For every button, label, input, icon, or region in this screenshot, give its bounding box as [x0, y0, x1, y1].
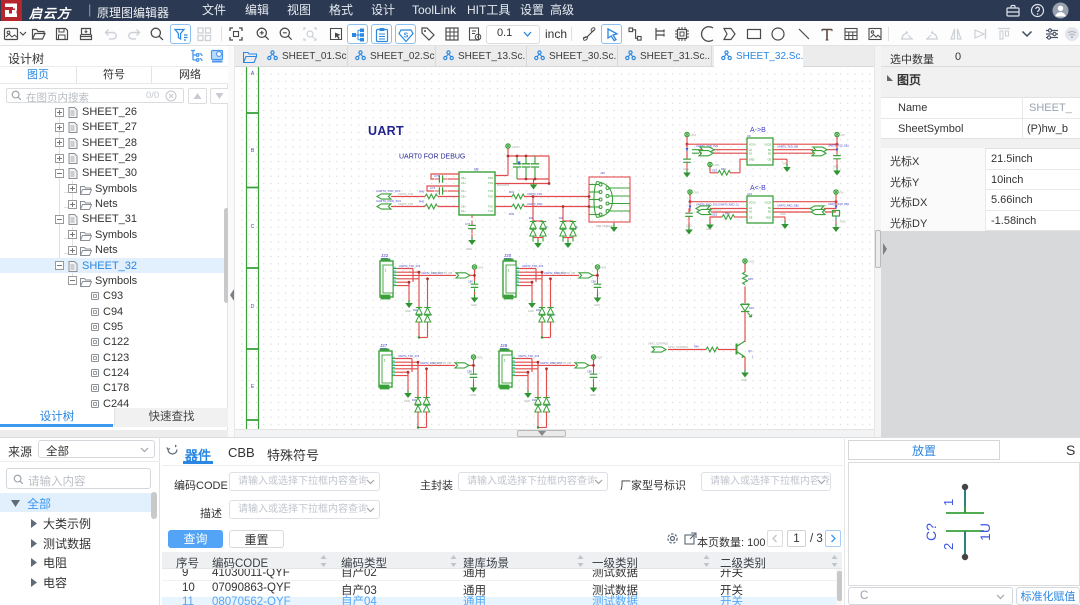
svg-text:T3O: T3O — [488, 181, 493, 185]
svg-text:+5V: +5V — [840, 134, 845, 137]
svg-text:D10: D10 — [749, 306, 754, 310]
svg-text:R46: R46 — [694, 345, 699, 349]
svg-text:UART0_TXD: UART0_TXD — [527, 192, 542, 196]
svg-text:GPIO_CONTROL: GPIO_CONTROL — [668, 345, 689, 349]
svg-text:UART0_TXD_DB: UART0_TXD_DB — [777, 145, 798, 149]
svg-text:A<-B: A<-B — [750, 185, 766, 192]
svg-text:UART0_TXD_DB1: UART0_TXD_DB1 — [828, 145, 849, 148]
svg-text:GND: GND — [833, 166, 839, 169]
svg-text:GND: GND — [683, 167, 689, 171]
svg-text:S: S — [404, 33, 409, 40]
svg-text:C1+: C1+ — [461, 209, 466, 213]
svg-text:1U: 1U — [977, 523, 993, 541]
svg-text:A->B: A->B — [750, 127, 766, 134]
svg-text:C73: C73 — [434, 174, 440, 178]
svg-text:C6+: C6+ — [461, 195, 466, 199]
svg-text:UART0_RXD: UART0_RXD — [527, 202, 543, 206]
svg-text:+3V3: +3V3 — [690, 134, 697, 137]
svg-text:GND: GND — [706, 228, 712, 231]
svg-text:VCCA: VCCA — [749, 144, 756, 147]
svg-text:UART0_TXD: UART0_TXD — [398, 202, 413, 206]
svg-text:2: 2 — [941, 543, 956, 550]
svg-text:+3V3: +3V3 — [512, 145, 519, 149]
svg-text:UART0_TXD: UART0_TXD — [398, 192, 413, 196]
svg-text:C3+: C3+ — [461, 181, 466, 185]
svg-text:C77: C77 — [465, 222, 471, 226]
svg-text:R42: R42 — [509, 212, 515, 216]
svg-text:C?: C? — [923, 523, 939, 541]
svg-text:C74: C74 — [430, 186, 436, 190]
svg-text:D: D — [251, 304, 255, 310]
svg-text:R45: R45 — [748, 277, 753, 281]
svg-text:UART0_RXD_DB1: UART0_RXD_DB1 — [777, 204, 799, 208]
svg-text:UART: UART — [368, 124, 404, 138]
svg-text:R40: R40 — [419, 190, 425, 194]
svg-text:GND: GND — [749, 159, 755, 162]
svg-text:D9: D9 — [529, 216, 533, 220]
svg-text:GND: GND — [840, 221, 846, 224]
svg-text:GND: GND — [466, 247, 472, 251]
svg-text:+5V: +5V — [839, 192, 844, 195]
svg-text:T: T — [546, 225, 548, 229]
svg-text:UART0_RXD_DB1: UART0_RXD_DB1 — [828, 203, 850, 206]
svg-text:OE1: OE1 — [712, 169, 718, 173]
svg-text:OE2: OE2 — [712, 213, 718, 217]
svg-text:VCCB: VCCB — [764, 144, 771, 147]
svg-text:VCCB: VCCB — [764, 202, 771, 205]
svg-text:T6O: T6O — [488, 195, 493, 199]
svg-text:J28: J28 — [500, 343, 508, 348]
svg-text:VCCA: VCCA — [749, 202, 756, 205]
svg-text:J19: J19 — [600, 171, 605, 175]
svg-text:GND: GND — [766, 217, 772, 220]
svg-text:OE: OE — [749, 217, 753, 220]
svg-text:GND: GND — [780, 213, 786, 216]
svg-text:GND: GND — [741, 378, 747, 382]
svg-text:J20: J20 — [504, 253, 512, 258]
svg-text:J22: J22 — [381, 253, 389, 258]
svg-text:OE: OE — [768, 159, 772, 162]
svg-text:C6+: C6+ — [461, 205, 466, 209]
svg-text:C1+: C1+ — [461, 189, 466, 193]
svg-text:T8O: T8O — [488, 176, 493, 180]
svg-text:T: T — [576, 225, 578, 229]
svg-text:R40: R40 — [419, 200, 425, 204]
svg-text:C: C — [251, 224, 255, 230]
svg-text:+3V3: +3V3 — [713, 164, 720, 167]
svg-text:1: 1 — [941, 499, 956, 506]
svg-text:+3V3: +3V3 — [693, 192, 700, 195]
svg-text:T6O: T6O — [488, 205, 493, 209]
svg-text:R41: R41 — [509, 190, 515, 194]
svg-text:T1O: T1O — [488, 209, 493, 213]
svg-text:J27: J27 — [380, 343, 388, 348]
svg-text:D9: D9 — [559, 216, 563, 220]
svg-text:R44: R44 — [725, 212, 730, 216]
svg-text:GPIO_CONTROL: GPIO_CONTROL — [648, 342, 669, 346]
svg-text:+3V3: +3V3 — [748, 260, 755, 264]
svg-text:Q2: Q2 — [748, 349, 752, 353]
svg-text:T1O: T1O — [488, 189, 493, 193]
svg-text:R43: R43 — [721, 167, 726, 171]
svg-text:U8: U8 — [474, 168, 479, 172]
svg-text:UART0 FOR DEBUG: UART0 FOR DEBUG — [399, 154, 465, 161]
svg-text:C8+: C8+ — [461, 176, 466, 180]
